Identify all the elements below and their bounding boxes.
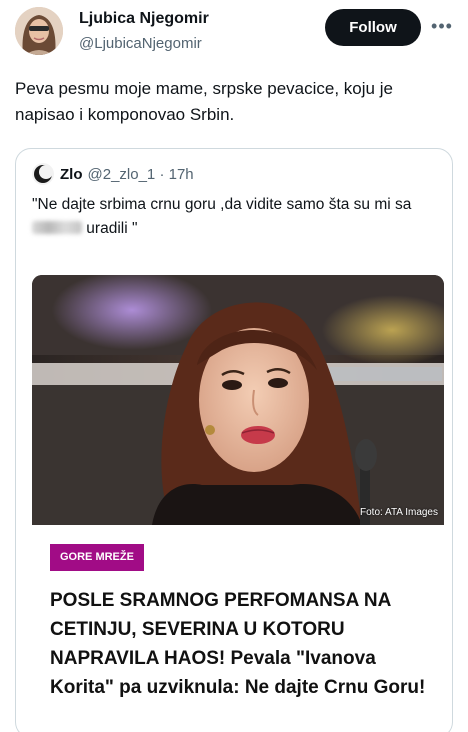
censored-word	[32, 221, 82, 234]
quoted-tweet-text: "Ne dajte srbima crnu goru ,da vidite sa…	[32, 193, 432, 241]
quoted-author-avatar[interactable]	[32, 163, 54, 185]
author-avatar[interactable]	[15, 7, 63, 55]
photo-credit: Foto: ATA Images	[360, 507, 438, 518]
more-horizontal-icon[interactable]: •••	[430, 15, 454, 39]
quoted-tweet-card[interactable]: Zlo @2_zlo_1 · 17h "Ne dajte srbima crnu…	[15, 148, 453, 732]
quoted-tweet-header: Zlo @2_zlo_1 · 17h	[32, 163, 194, 185]
article-photo[interactable]: Foto: ATA Images	[32, 275, 444, 525]
category-badge[interactable]: GORE MREŽE	[50, 544, 144, 571]
author-name[interactable]: Ljubica Njegomir	[79, 10, 209, 28]
follow-button[interactable]: Follow	[325, 9, 421, 46]
quoted-author-handle[interactable]: @2_zlo_1 · 17h	[88, 166, 194, 183]
article-headline[interactable]: POSLE SRAMNOG PERFOMANSA NA CETINJU, SEV…	[50, 586, 430, 702]
quoted-text-part-1: "Ne dajte srbima crnu goru ,da vidite sa…	[32, 196, 412, 213]
article-preview[interactable]: Foto: ATA Images GORE MREŽE POSLE SRAMNO…	[32, 275, 444, 732]
quoted-text-part-2: uradili "	[82, 220, 138, 237]
tweet-header: Ljubica Njegomir @LjubicaNjegomir Follow…	[0, 0, 468, 62]
quoted-author-name[interactable]: Zlo	[60, 166, 83, 183]
author-handle[interactable]: @LjubicaNjegomir	[79, 35, 202, 52]
tweet-text: Peva pesmu moje mame, srpske pevacice, k…	[15, 79, 393, 124]
